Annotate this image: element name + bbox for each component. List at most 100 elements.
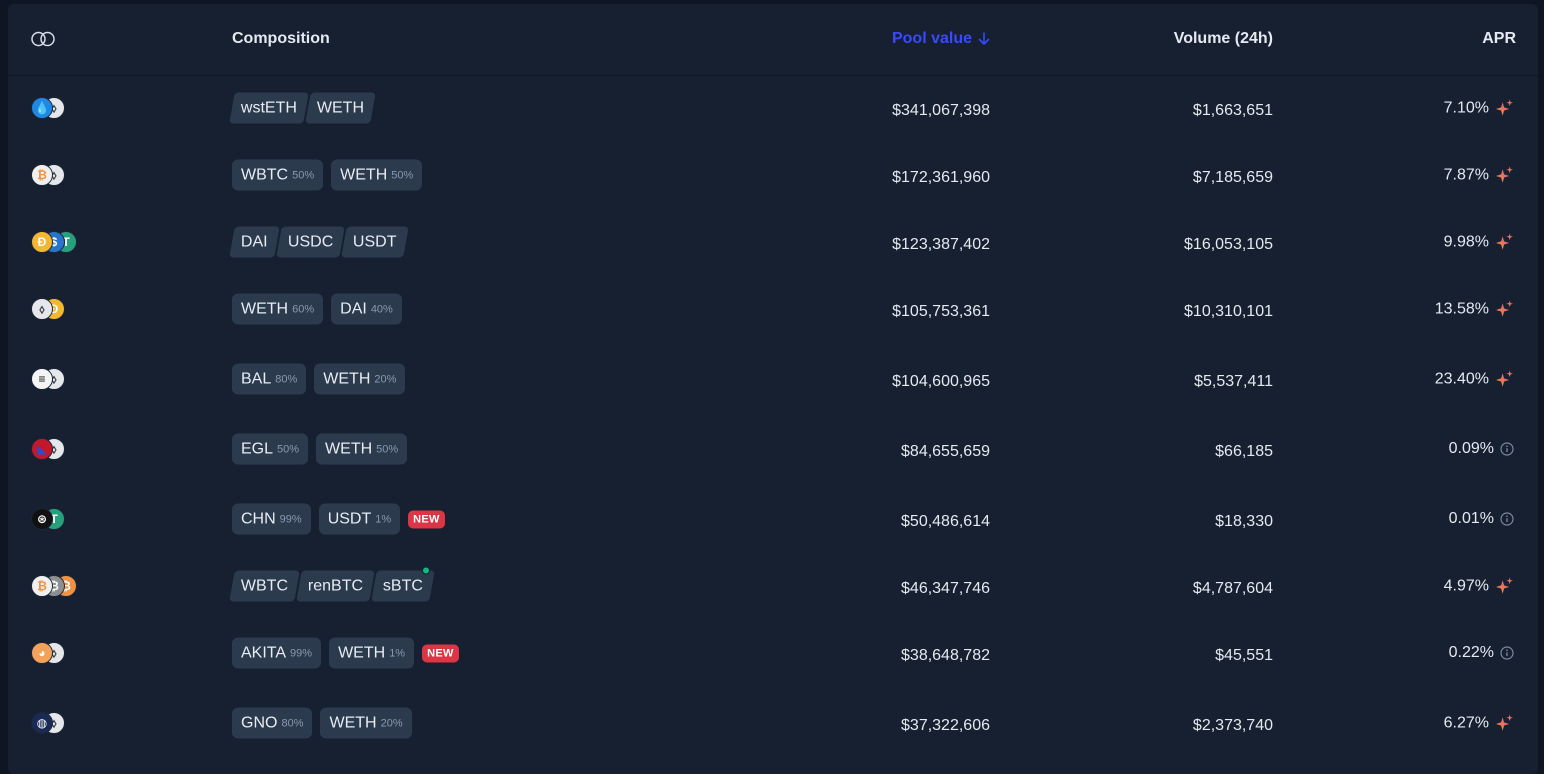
token-pill[interactable]: sBTC — [371, 570, 435, 602]
info-icon[interactable] — [1500, 442, 1514, 456]
token-pill[interactable]: WETH — [305, 92, 376, 124]
token-symbol: WETH — [340, 166, 388, 183]
pool-token-icons: ◣ ⬨ — [31, 438, 65, 460]
volume-24h: $10,310,101 — [1184, 303, 1273, 320]
token-pill[interactable]: wstETH — [229, 92, 309, 124]
pool-token-icons: ≡ ⬨ — [31, 368, 65, 390]
token-pill[interactable]: USDT — [341, 226, 409, 258]
token-pill[interactable]: renBTC — [296, 570, 375, 602]
table-row[interactable]: Ð $ T DAI USDC USDT $123,387,402 $16,053,105 9.9… — [8, 226, 1538, 258]
table-row[interactable]: ⊛ T CHN 99% USDT 1% NEW $50,486,614 $18,330 0.01% — [8, 503, 1538, 535]
apr: 7.10% — [1444, 99, 1514, 118]
sparkles-icon[interactable] — [1495, 370, 1514, 389]
token-symbol: WBTC — [241, 577, 289, 594]
token-weight: 80% — [281, 717, 304, 729]
apr: 4.97% — [1444, 577, 1514, 596]
token-weight: 20% — [374, 373, 397, 385]
token-pill[interactable]: WBTC — [229, 570, 300, 602]
pool-tokens-icon — [31, 31, 55, 47]
token-pill[interactable]: AKITA 99% — [232, 637, 322, 669]
pool-value: $123,387,402 — [892, 236, 990, 253]
apr-value: 7.87% — [1443, 166, 1489, 183]
token-pill[interactable]: WETH 50% — [316, 433, 408, 465]
chn-icon: ⊛ — [31, 508, 53, 530]
apr: 0.09% — [1449, 440, 1514, 458]
token-symbol: WBTC — [241, 166, 289, 183]
sparkles-icon[interactable] — [1495, 99, 1514, 118]
table-row[interactable]: ◍ ⬨ GNO 80% WETH 20% $37,322,606 $2,373,740 6.27… — [8, 707, 1538, 739]
token-pill[interactable]: DAI — [229, 226, 280, 258]
token-symbol: WETH — [241, 300, 289, 317]
sparkles-icon[interactable] — [1495, 166, 1514, 185]
pool-token-icons: ⬨ Ð — [31, 298, 65, 320]
token-symbol: EGL — [241, 440, 274, 457]
token-weight: 80% — [275, 373, 298, 385]
table-row[interactable]: ◕ ⬨ AKITA 99% WETH 1% NEW $38,648,782 $45,551 0.2… — [8, 637, 1538, 669]
token-pill[interactable]: CHN 99% — [232, 503, 311, 535]
table-row[interactable]: 💧 ⬨ wstETH WETH $341,067,398 $1,663,651 7.10% — [8, 92, 1538, 124]
token-symbol: wstETH — [241, 99, 297, 116]
info-icon[interactable] — [1500, 512, 1514, 526]
token-symbol: WETH — [323, 370, 371, 387]
token-pill-wrap: WETH 50% — [316, 433, 408, 465]
table-row[interactable]: ⬨ Ð WETH 60% DAI 40% $105,753,361 $10,310,101 13… — [8, 293, 1538, 325]
token-symbol: WETH — [317, 99, 365, 116]
token-pill-wrap: renBTC — [296, 570, 375, 602]
token-pill-wrap: DAI — [229, 226, 280, 258]
pool-token-icons: ◍ ⬨ — [31, 712, 65, 734]
apr: 0.01% — [1449, 510, 1514, 528]
token-pill[interactable]: WETH 20% — [320, 707, 412, 739]
token-pill-wrap: WETH 50% — [331, 159, 423, 191]
volume-24h: $18,330 — [1215, 513, 1273, 530]
token-symbol: DAI — [340, 300, 367, 317]
dai-icon: Ð — [31, 231, 53, 253]
pool-token-icons: ₿ ₿ ₿ — [31, 575, 77, 597]
token-pill[interactable]: WETH 60% — [232, 293, 324, 325]
token-weight: 50% — [391, 169, 414, 181]
table-row[interactable]: ≡ ⬨ BAL 80% WETH 20% $104,600,965 $5,537,411 23.… — [8, 363, 1538, 395]
info-icon[interactable] — [1500, 646, 1514, 660]
apr-header[interactable]: APR — [1482, 30, 1516, 48]
sparkles-icon[interactable] — [1495, 577, 1514, 596]
table-row[interactable]: ₿ ⬨ WBTC 50% WETH 50% $172,361,960 $7,185,659 7.… — [8, 159, 1538, 191]
pool-value: $46,347,746 — [901, 580, 990, 597]
token-pill[interactable]: WETH 1% — [329, 637, 415, 669]
pool-token-icons: Ð $ T — [31, 231, 77, 253]
bal-icon: ≡ — [31, 368, 53, 390]
token-pill[interactable]: USDC — [275, 226, 345, 258]
token-pill[interactable]: EGL 50% — [232, 433, 309, 465]
wsteth-icon: 💧 — [31, 97, 53, 119]
apr-value: 6.27% — [1443, 714, 1489, 731]
volume-24h: $45,551 — [1215, 647, 1273, 664]
token-pill[interactable]: DAI 40% — [331, 293, 402, 325]
token-pill-wrap: WETH 60% — [232, 293, 324, 325]
arrow-down-icon — [978, 32, 990, 45]
sparkles-icon[interactable] — [1495, 233, 1514, 252]
token-pill-wrap: EGL 50% — [232, 433, 309, 465]
pool-value-sort-header[interactable]: Pool value — [892, 30, 990, 48]
token-weight: 60% — [292, 303, 315, 315]
token-weight: 99% — [279, 513, 302, 525]
sparkles-icon[interactable] — [1495, 714, 1514, 733]
token-pill-wrap: DAI 40% — [331, 293, 402, 325]
token-pill[interactable]: BAL 80% — [232, 363, 307, 395]
composition: WBTC 50% WETH 50% — [232, 159, 423, 191]
pool-value: $50,486,614 — [901, 513, 990, 530]
sparkles-icon[interactable] — [1495, 300, 1514, 319]
token-pill-wrap: wstETH — [229, 92, 309, 124]
token-pill-wrap: CHN 99% — [232, 503, 311, 535]
token-pill[interactable]: USDT 1% — [318, 503, 401, 535]
table-row[interactable]: ₿ ₿ ₿ WBTC renBTC sBTC $46,347,746 $4,787,604 4.… — [8, 566, 1538, 602]
token-pill[interactable]: WETH 20% — [314, 363, 406, 395]
pool-value-header-label: Pool value — [891, 30, 972, 47]
token-pill[interactable]: WETH 50% — [331, 159, 423, 191]
token-pill-wrap: BAL 80% — [232, 363, 307, 395]
token-symbol: USDT — [353, 233, 397, 250]
volume-24h: $7,185,659 — [1192, 169, 1273, 186]
table-row[interactable]: ◣ ⬨ EGL 50% WETH 50% $84,655,659 $66,185 0.09% — [8, 433, 1538, 465]
token-pill[interactable]: GNO 80% — [232, 707, 313, 739]
token-symbol: USDT — [327, 510, 372, 527]
token-pill[interactable]: WBTC 50% — [232, 159, 324, 191]
new-badge: NEW — [422, 644, 459, 662]
volume-header[interactable]: Volume (24h) — [1174, 30, 1273, 48]
